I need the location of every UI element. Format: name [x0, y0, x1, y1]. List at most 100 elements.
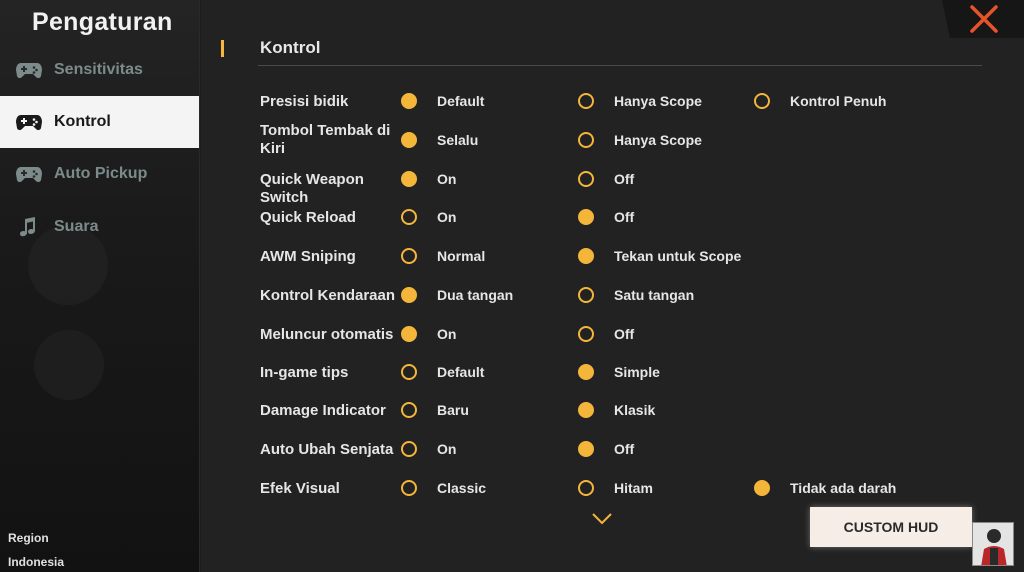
- radio-option[interactable]: Off: [578, 171, 634, 187]
- radio-unselected-icon: [401, 402, 417, 418]
- radio-option[interactable]: Hitam: [578, 480, 653, 496]
- setting-label: Tombol Tembak di Kiri: [260, 122, 391, 157]
- radio-option-label: Kontrol Penuh: [790, 93, 887, 109]
- chevron-down-icon: [592, 513, 612, 525]
- radio-option-label: On: [437, 326, 457, 342]
- radio-option-label: Off: [614, 326, 635, 342]
- radio-unselected-icon: [578, 93, 594, 109]
- radio-unselected-icon: [578, 132, 594, 148]
- page-title: Pengaturan: [32, 8, 173, 36]
- radio-selected-icon: [578, 441, 594, 457]
- radio-option-label: Off: [614, 171, 635, 187]
- close-icon: [970, 5, 998, 33]
- radio-option-label: Simple: [614, 364, 660, 380]
- radio-option-label: Klasik: [614, 402, 656, 418]
- sidebar-item-auto-pickup[interactable]: Auto Pickup: [0, 148, 199, 200]
- region-value: Indonesia: [8, 555, 65, 569]
- scroll-down-button[interactable]: [590, 511, 614, 527]
- setting-label: Quick Reload: [260, 209, 356, 226]
- radio-selected-icon: [401, 171, 417, 187]
- radio-option-label: Default: [437, 93, 485, 109]
- radio-selected-icon: [578, 364, 594, 380]
- radio-selected-icon: [401, 93, 417, 109]
- radio-unselected-icon: [401, 248, 417, 264]
- radio-selected-icon: [401, 326, 417, 342]
- radio-option-label: Baru: [437, 402, 469, 418]
- setting-label: Efek Visual: [260, 480, 340, 497]
- radio-option[interactable]: Default: [401, 364, 484, 380]
- radio-unselected-icon: [401, 441, 417, 457]
- setting-label: In-game tips: [260, 364, 349, 381]
- sidebar-item-sensitivitas[interactable]: Sensitivitas: [0, 44, 199, 96]
- radio-option-label: Dua tangan: [437, 287, 514, 303]
- radio-option[interactable]: On: [401, 171, 456, 187]
- radio-option[interactable]: Default: [401, 93, 484, 109]
- radio-selected-icon: [578, 209, 594, 225]
- radio-option[interactable]: Selalu: [401, 132, 478, 148]
- radio-option[interactable]: Tidak ada darah: [754, 480, 896, 496]
- radio-option[interactable]: Off: [578, 326, 634, 342]
- radio-option-label: Off: [614, 441, 635, 457]
- sidebar-item-kontrol[interactable]: Kontrol: [0, 96, 199, 148]
- avatar: [972, 522, 1014, 566]
- radio-option[interactable]: Satu tangan: [578, 287, 694, 303]
- close-button[interactable]: [968, 3, 1000, 35]
- gamepad-icon: [14, 111, 44, 133]
- radio-option[interactable]: Simple: [578, 364, 660, 380]
- radio-option[interactable]: On: [401, 441, 456, 457]
- sidebar-item-label: Suara: [54, 218, 99, 235]
- radio-unselected-icon: [754, 93, 770, 109]
- radio-option[interactable]: Hanya Scope: [578, 93, 702, 109]
- radio-option[interactable]: Classic: [401, 480, 486, 496]
- region-label: Region: [8, 531, 49, 545]
- custom-hud-button[interactable]: CUSTOM HUD: [810, 507, 972, 547]
- radio-selected-icon: [401, 287, 417, 303]
- background-decoration: [34, 330, 104, 400]
- radio-option-label: On: [437, 209, 457, 225]
- radio-option[interactable]: Normal: [401, 248, 485, 264]
- setting-label: Kontrol Kendaraan: [260, 287, 396, 304]
- radio-option-label: Hitam: [614, 480, 653, 496]
- gamepad-icon: [14, 59, 44, 81]
- radio-option[interactable]: On: [401, 326, 456, 342]
- radio-option-label: Hanya Scope: [614, 93, 702, 109]
- radio-selected-icon: [401, 132, 417, 148]
- radio-unselected-icon: [401, 480, 417, 496]
- radio-unselected-icon: [401, 209, 417, 225]
- radio-option-label: Classic: [437, 480, 487, 496]
- radio-unselected-icon: [578, 480, 594, 496]
- setting-label: Meluncur otomatis: [260, 326, 394, 343]
- radio-unselected-icon: [578, 287, 594, 303]
- sidebar-item-label: Auto Pickup: [54, 165, 148, 182]
- radio-option[interactable]: Off: [578, 441, 634, 457]
- radio-option-label: Normal: [437, 248, 486, 264]
- radio-option[interactable]: Off: [578, 209, 634, 225]
- radio-unselected-icon: [401, 364, 417, 380]
- radio-option[interactable]: Dua tangan: [401, 287, 513, 303]
- sidebar-item-suara[interactable]: Suara: [0, 201, 199, 253]
- sidebar: Pengaturan Sensitivitas Kontrol Auto Pic…: [0, 0, 200, 572]
- section-marker: [221, 40, 224, 57]
- radio-selected-icon: [754, 480, 770, 496]
- radio-option-label: Satu tangan: [614, 287, 695, 303]
- radio-option[interactable]: Klasik: [578, 402, 655, 418]
- radio-option-label: Off: [614, 209, 635, 225]
- setting-label: Presisi bidik: [260, 93, 349, 110]
- radio-selected-icon: [578, 248, 594, 264]
- radio-option-label: Default: [437, 364, 485, 380]
- radio-option-label: Tekan untuk Scope: [614, 248, 742, 264]
- radio-option[interactable]: On: [401, 209, 456, 225]
- radio-option[interactable]: Hanya Scope: [578, 132, 702, 148]
- radio-option[interactable]: Baru: [401, 402, 469, 418]
- radio-option[interactable]: Tekan untuk Scope: [578, 248, 741, 264]
- radio-option-label: On: [437, 441, 457, 457]
- radio-selected-icon: [578, 402, 594, 418]
- setting-label: Damage Indicator: [260, 402, 386, 419]
- divider: [258, 65, 982, 66]
- radio-option[interactable]: Kontrol Penuh: [754, 93, 886, 109]
- radio-option-label: Hanya Scope: [614, 132, 702, 148]
- sidebar-item-label: Kontrol: [54, 113, 111, 130]
- radio-unselected-icon: [578, 171, 594, 187]
- section-title: Kontrol: [260, 38, 321, 57]
- setting-label: Quick Weapon Switch: [260, 171, 364, 206]
